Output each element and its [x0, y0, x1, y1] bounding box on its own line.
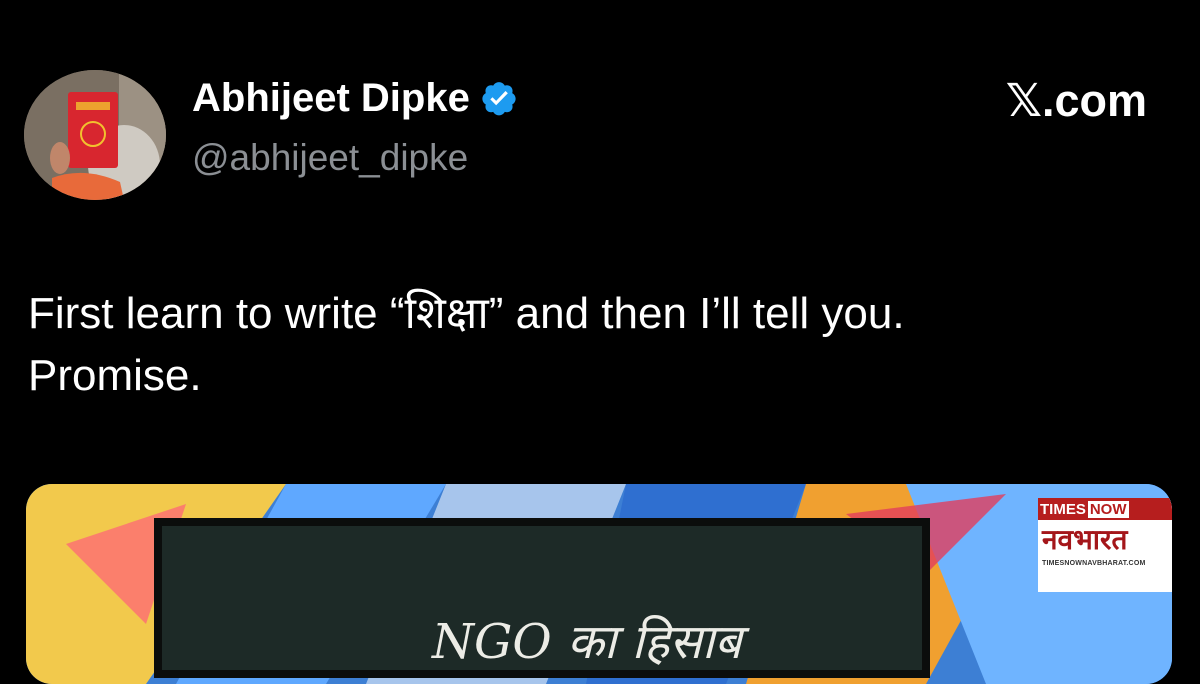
channel-logo-times: TIMES	[1040, 500, 1086, 518]
chalkboard-text: NGO का हिसाब	[432, 614, 742, 670]
profile-photo-icon	[24, 70, 166, 200]
tweet-text-line: Promise.	[28, 351, 202, 400]
channel-logo-now: NOW	[1087, 500, 1129, 518]
tweet-text: First learn to write “शिक्षा” and then I…	[28, 283, 1168, 407]
channel-logo-title: नवभारत	[1042, 523, 1128, 556]
author-name-row[interactable]: Abhijeet Dipke	[192, 78, 518, 118]
verified-badge-icon	[482, 82, 516, 116]
chalkboard: NGO का हिसाब	[154, 518, 930, 678]
tweet-text-line: First learn to write “शिक्षा” and then I…	[28, 289, 905, 338]
avatar[interactable]	[24, 70, 166, 200]
x-brand-label: 𝕏.com	[1005, 75, 1147, 126]
author-handle[interactable]: @abhijeet_dipke	[192, 139, 468, 176]
channel-logo: TIMES NOW नवभारत TIMESNOWNAVBHARAT.COM	[1038, 498, 1172, 592]
author-display-name[interactable]: Abhijeet Dipke	[192, 78, 470, 118]
channel-logo-top: TIMES NOW	[1038, 498, 1172, 520]
tweet-media[interactable]: NGO का हिसाब TIMES NOW नवभारत TIMESNOWNA…	[26, 484, 1172, 684]
channel-logo-url: TIMESNOWNAVBHARAT.COM	[1042, 560, 1146, 567]
